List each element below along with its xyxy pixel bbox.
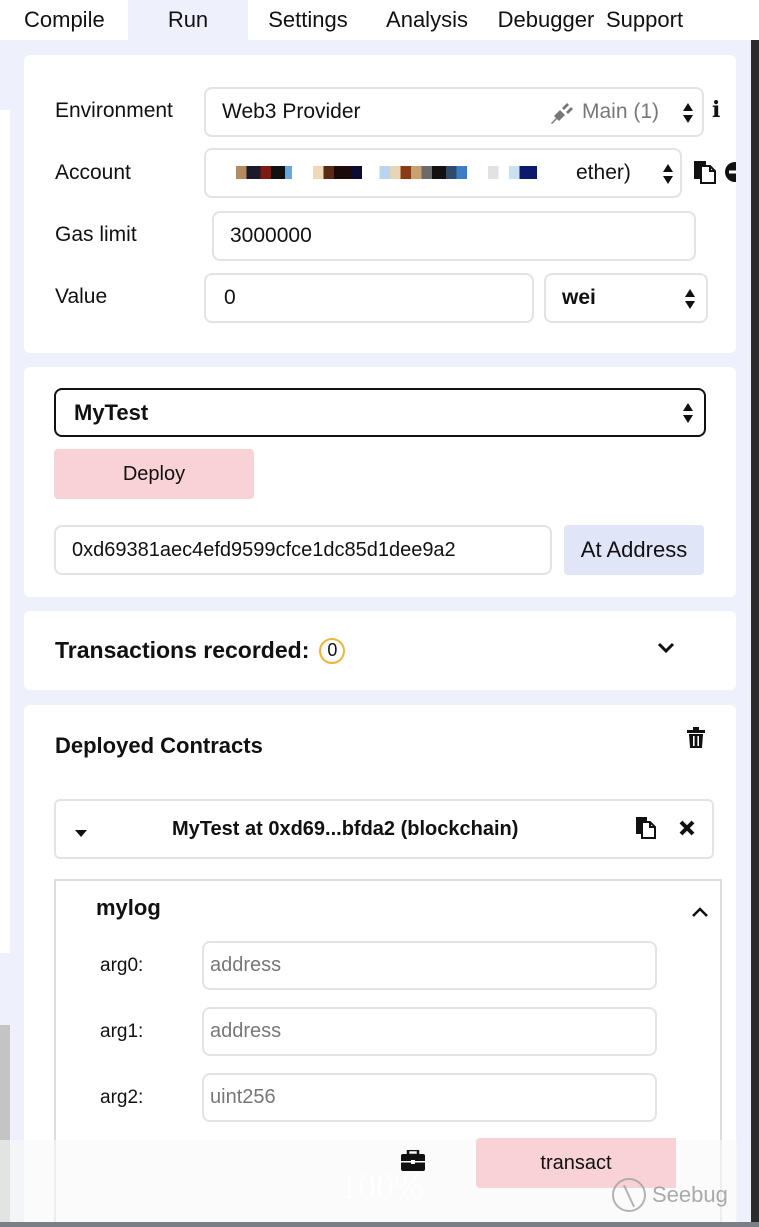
deploy-panel: MyTest Deploy 0xd69381aec4efd9599cfce1dc… bbox=[24, 367, 736, 597]
at-address-button[interactable]: At Address bbox=[564, 525, 704, 575]
select-arrows-icon bbox=[662, 163, 674, 185]
briefcase-icon bbox=[400, 1148, 426, 1177]
transactions-count-badge: 0 bbox=[319, 637, 346, 664]
gas-limit-value: 3000000 bbox=[230, 224, 312, 247]
account-balance-suffix: ether) bbox=[576, 161, 631, 184]
transactions-recorded-label: Transactions recorded: bbox=[55, 637, 310, 663]
gas-limit-input[interactable]: 3000000 bbox=[212, 211, 696, 261]
copy-icon[interactable] bbox=[692, 159, 718, 190]
left-panel-edge bbox=[0, 110, 10, 953]
contract-select[interactable]: MyTest bbox=[54, 388, 706, 437]
window-bottom-border bbox=[0, 1222, 759, 1227]
value-amount: 0 bbox=[224, 286, 236, 309]
plug-icon bbox=[548, 101, 574, 131]
deploy-button[interactable]: Deploy bbox=[54, 449, 254, 499]
value-unit-select[interactable]: wei bbox=[544, 273, 708, 323]
value-unit: wei bbox=[562, 286, 596, 309]
select-arrows-icon bbox=[682, 102, 694, 124]
arg2-label: arg2: bbox=[100, 1087, 144, 1108]
account-address-redacted bbox=[222, 162, 572, 184]
arg2-placeholder: uint256 bbox=[210, 1086, 276, 1108]
info-icon[interactable]: i bbox=[712, 97, 720, 123]
copy-icon[interactable] bbox=[634, 816, 658, 845]
tab-analysis[interactable]: Analysis bbox=[368, 0, 486, 40]
add-account-icon[interactable] bbox=[724, 161, 736, 183]
environment-value: Web3 Provider bbox=[222, 100, 361, 123]
window-border bbox=[751, 40, 759, 1227]
account-label: Account bbox=[55, 161, 131, 184]
select-arrows-icon bbox=[684, 288, 696, 310]
caret-down-icon[interactable] bbox=[74, 825, 88, 843]
at-address-value: 0xd69381aec4efd9599cfce1dc85d1dee9a2 bbox=[72, 538, 456, 561]
value-input[interactable]: 0 bbox=[204, 273, 534, 323]
at-address-input[interactable]: 0xd69381aec4efd9599cfce1dc85d1dee9a2 bbox=[54, 525, 552, 575]
close-icon[interactable] bbox=[678, 819, 696, 842]
seebug-logo-icon bbox=[612, 1178, 646, 1212]
arg1-placeholder: address bbox=[210, 1020, 282, 1042]
transactions-recorded-panel[interactable]: Transactions recorded: 0 bbox=[24, 611, 736, 690]
value-label: Value bbox=[55, 285, 108, 308]
arg2-input[interactable]: uint256 bbox=[202, 1073, 657, 1122]
chevron-up-icon[interactable] bbox=[690, 905, 710, 924]
function-name: mylog bbox=[96, 895, 161, 920]
tab-settings[interactable]: Settings bbox=[248, 0, 368, 40]
tab-support[interactable]: Support bbox=[606, 0, 706, 40]
trash-icon[interactable] bbox=[686, 727, 706, 754]
account-select[interactable]: ether) bbox=[204, 148, 682, 198]
deployed-contracts-title: Deployed Contracts bbox=[55, 733, 263, 758]
gas-limit-label: Gas limit bbox=[55, 223, 137, 246]
deployed-instance-label: MyTest at 0xd69...bfda2 (blockchain) bbox=[172, 818, 519, 840]
network-name: Main (1) bbox=[582, 100, 660, 123]
chevron-down-icon[interactable] bbox=[656, 641, 676, 660]
tab-compile[interactable]: Compile bbox=[0, 0, 128, 40]
arg1-label: arg1: bbox=[100, 1021, 144, 1042]
arg0-label: arg0: bbox=[100, 955, 144, 976]
tab-run[interactable]: Run bbox=[128, 0, 248, 40]
tab-debugger[interactable]: Debugger bbox=[486, 0, 606, 40]
contract-selected: MyTest bbox=[74, 399, 149, 425]
environment-label: Environment bbox=[55, 99, 173, 122]
watermark: Seebug bbox=[612, 1178, 728, 1212]
right-panel-edge bbox=[737, 40, 751, 1227]
tab-bar: Compile Run Settings Analysis Debugger S… bbox=[0, 0, 759, 40]
deployed-instance-row: MyTest at 0xd69...bfda2 (blockchain) bbox=[54, 799, 714, 859]
run-settings-panel: Environment Web3 Provider Main (1) i Acc… bbox=[24, 55, 736, 353]
arg0-placeholder: address bbox=[210, 954, 282, 976]
environment-select[interactable]: Web3 Provider Main (1) bbox=[204, 87, 704, 137]
arg1-input[interactable]: address bbox=[202, 1007, 657, 1056]
arg0-input[interactable]: address bbox=[202, 941, 657, 990]
transactions-recorded-header: Transactions recorded: 0 bbox=[55, 637, 346, 664]
select-arrows-icon bbox=[682, 402, 694, 424]
watermark-text: Seebug bbox=[652, 1182, 728, 1207]
left-panel-edge bbox=[0, 40, 10, 110]
